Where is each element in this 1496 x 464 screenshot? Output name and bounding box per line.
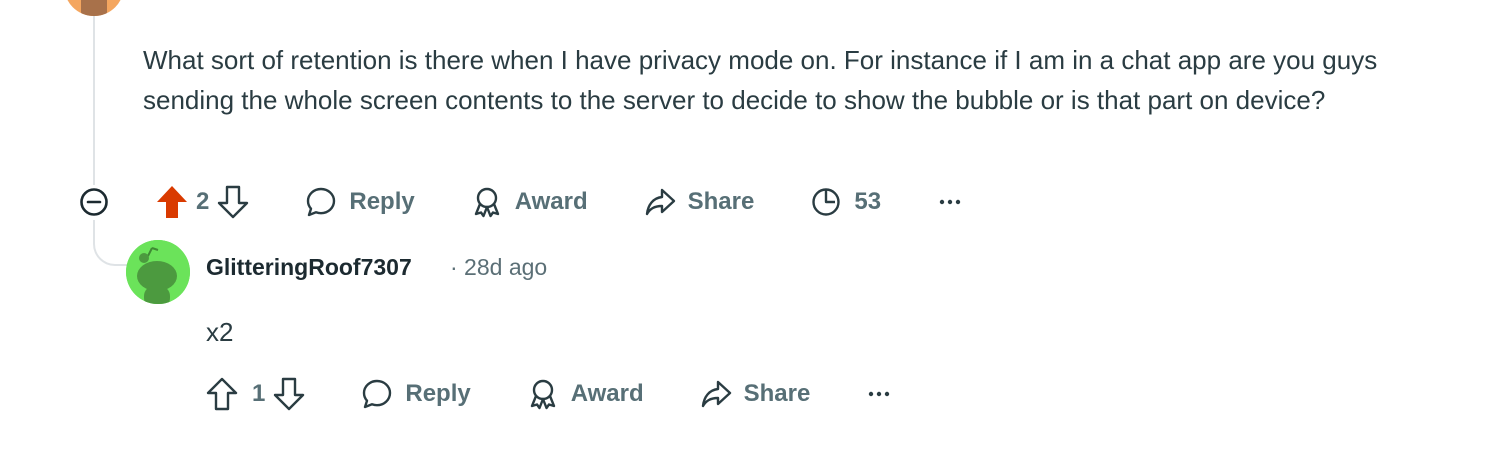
snoo-avatar-icon [126, 240, 190, 304]
more-icon [869, 391, 890, 397]
share-button[interactable]: Share [700, 372, 811, 416]
upvote-icon [157, 186, 187, 218]
upvote-button[interactable] [202, 372, 242, 416]
collapse-icon [80, 188, 108, 216]
thread-line [93, 0, 95, 185]
downvote-icon [274, 377, 305, 411]
comment-icon [307, 187, 336, 217]
comment-body: x2 [206, 317, 234, 347]
award-button[interactable]: Award [471, 180, 588, 224]
award-icon [474, 187, 499, 218]
share-label: Share [743, 380, 811, 407]
comment-action-row: 2 Reply Award Share 53 [76, 180, 965, 224]
share-icon [645, 188, 675, 216]
award-label: Award [514, 188, 588, 215]
share-icon [701, 380, 731, 408]
award-icon [530, 379, 555, 410]
insights-icon [812, 188, 841, 216]
reply-label: Reply [349, 188, 415, 215]
more-options-button[interactable] [935, 180, 965, 224]
upvote-icon [206, 377, 238, 411]
share-label: Share [687, 188, 755, 215]
downvote-icon [218, 185, 249, 219]
more-options-button[interactable] [864, 372, 894, 416]
thread-line-branch [93, 220, 129, 266]
insights-button[interactable]: 53 [810, 180, 881, 224]
vote-count: 2 [196, 188, 210, 215]
insights-count: 53 [854, 188, 882, 215]
reply-button[interactable]: Reply [305, 180, 415, 224]
downvote-button[interactable] [269, 372, 309, 416]
vote-count: 1 [252, 380, 266, 407]
comment-icon [363, 379, 392, 409]
award-label: Award [570, 380, 644, 407]
more-icon [939, 199, 961, 205]
share-button[interactable]: Share [644, 180, 755, 224]
reply-button[interactable]: Reply [361, 372, 471, 416]
collapse-button[interactable] [76, 180, 112, 224]
comment-timestamp[interactable]: · 28d ago [450, 254, 547, 281]
comment-action-row: 1 Reply Award Share [202, 372, 894, 416]
downvote-button[interactable] [213, 180, 253, 224]
comment-body: What sort of retention is there when I h… [143, 45, 1378, 115]
reply-label: Reply [405, 380, 471, 407]
avatar-figure [81, 0, 107, 16]
avatar[interactable] [126, 240, 190, 304]
avatar[interactable] [64, 0, 124, 16]
award-button[interactable]: Award [527, 372, 644, 416]
comment-author[interactable]: GlitteringRoof7307 [206, 254, 412, 281]
